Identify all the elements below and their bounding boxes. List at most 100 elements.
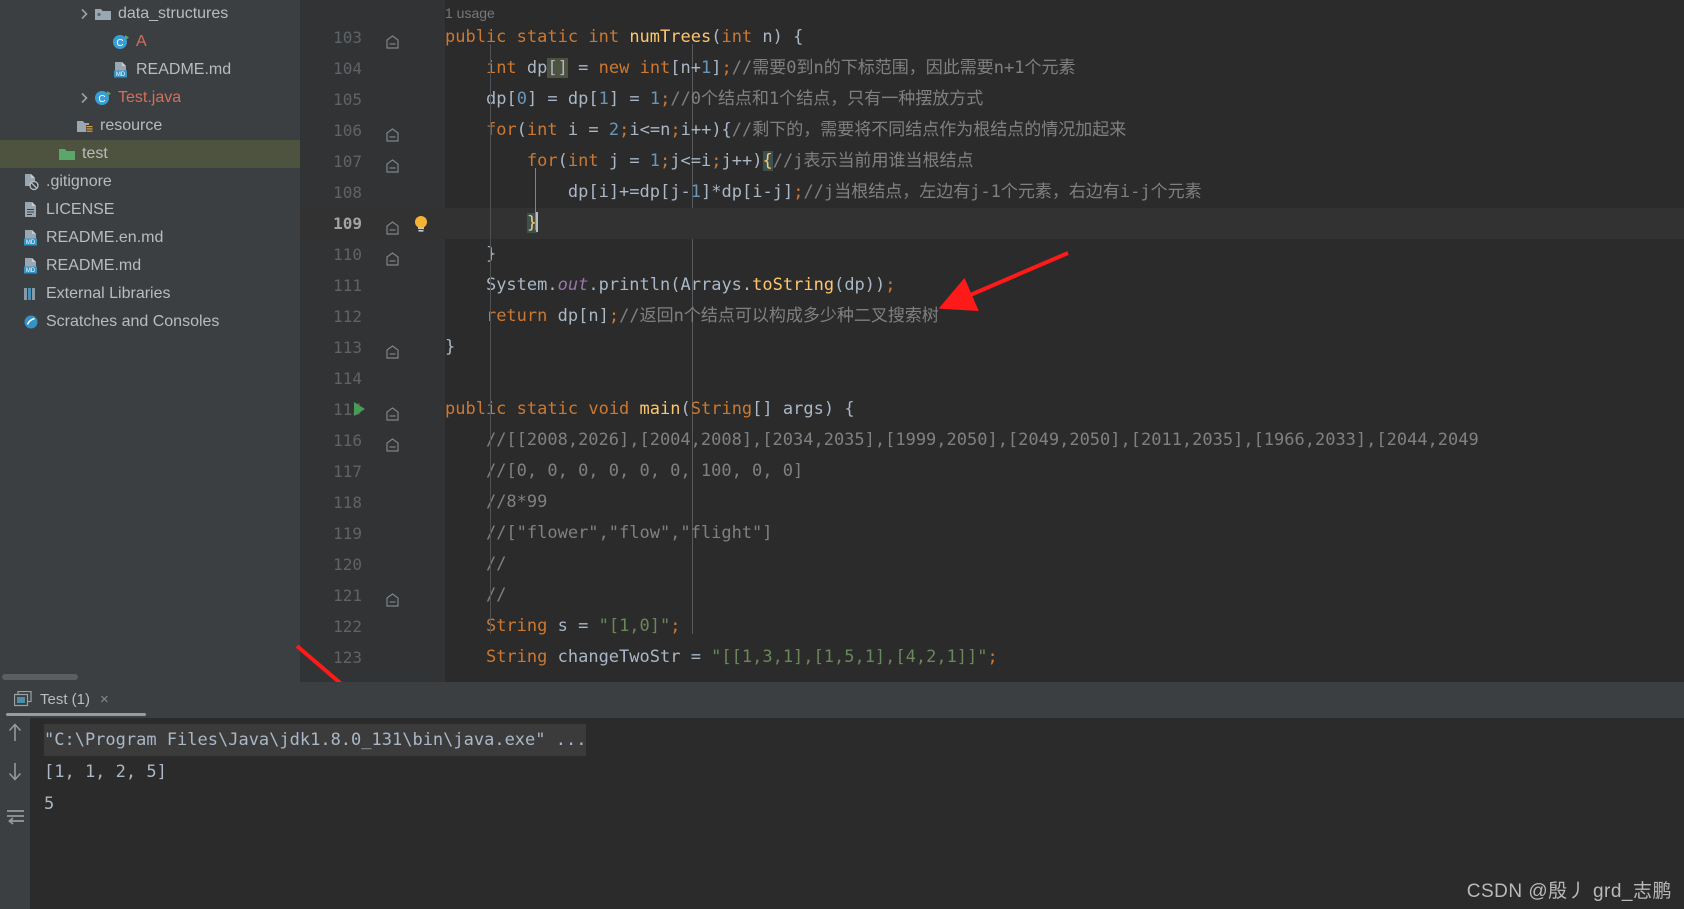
tree-item-test-java[interactable]: C Test.java	[0, 84, 300, 112]
editor-line[interactable]: 104 int dp[] = new int[n+1];//需要0到n的下标范围…	[300, 53, 1684, 84]
code-text: System.out.println(Arrays.toString(dp));	[485, 275, 896, 295]
line-number: 112	[333, 307, 362, 326]
fold-marker-icon[interactable]	[386, 123, 399, 142]
editor-line[interactable]: 123 String changeTwoStr = "[[1,3,1],[1,5…	[300, 642, 1684, 673]
scratches-icon	[22, 313, 40, 331]
code-text: }	[526, 212, 539, 233]
console-output-text: "C:\Program Files\Java\jdk1.8.0_131\bin\…	[44, 724, 587, 756]
chevron-right-icon[interactable]	[76, 6, 92, 22]
editor-line[interactable]: 113}	[300, 332, 1684, 363]
text-file-icon	[22, 201, 40, 219]
svg-text:C: C	[116, 38, 123, 49]
tree-item-readme-en-md[interactable]: MD README.en.md	[0, 224, 300, 252]
tree-arrow-spacer	[40, 146, 56, 162]
soft-wrap-icon[interactable]	[6, 808, 24, 826]
fold-marker-icon[interactable]	[386, 247, 399, 266]
editor-line[interactable]: 111 System.out.println(Arrays.toString(d…	[300, 270, 1684, 301]
tree-item-test[interactable]: test	[0, 140, 300, 168]
editor-line[interactable]: 117 //[0, 0, 0, 0, 0, 0, 100, 0, 0]	[300, 456, 1684, 487]
code-text: public static int numTrees(int n) {	[445, 27, 804, 47]
line-number: 116	[333, 431, 362, 450]
tree-item-gitignore[interactable]: .gitignore	[0, 168, 300, 196]
line-number: 109	[333, 214, 362, 233]
editor-line[interactable]: 116 //[[2008,2026],[2004,2008],[2034,203…	[300, 425, 1684, 456]
editor-lines[interactable]: 1 usage 103 public static int numTrees(int…	[300, 0, 1684, 682]
code-text: dp[0] = dp[1] = 1;//0个结点和1个结点，只有一种摆放方式	[485, 89, 984, 109]
tree-item-a[interactable]: CA	[0, 28, 300, 56]
editor-line[interactable]: 121 //	[300, 580, 1684, 611]
line-number: 122	[333, 617, 362, 636]
tree-item-data-structures[interactable]: data_structures	[0, 0, 300, 28]
sidebar-horizontal-scrollbar[interactable]	[2, 674, 78, 680]
line-number: 108	[333, 183, 362, 202]
editor-line[interactable]: 115 public static void main(String[] args…	[300, 394, 1684, 425]
tree-item-external-libraries[interactable]: External Libraries	[0, 280, 300, 308]
line-number: 119	[333, 524, 362, 543]
run-gutter-icon[interactable]	[354, 402, 365, 416]
editor-line[interactable]: 120 //	[300, 549, 1684, 580]
line-number: 105	[333, 90, 362, 109]
fold-marker-icon[interactable]	[386, 30, 399, 49]
tree-arrow-spacer	[94, 34, 110, 50]
editor-line[interactable]: 103 public static int numTrees(int n) {	[300, 22, 1684, 53]
editor-line[interactable]: 105 dp[0] = dp[1] = 1;//0个结点和1个结点，只有一种摆放…	[300, 84, 1684, 115]
fold-marker-icon[interactable]	[386, 216, 399, 235]
editor-line[interactable]: 110 }	[300, 239, 1684, 270]
fold-marker-icon[interactable]	[386, 402, 399, 421]
tree-arrow-spacer	[4, 174, 20, 190]
editor-line[interactable]: 109 }	[300, 208, 1684, 239]
markdown-icon: MD	[22, 229, 40, 247]
line-number: 117	[333, 462, 362, 481]
tree-item-scratches-and-consoles[interactable]: Scratches and Consoles	[0, 308, 300, 336]
fold-marker-icon[interactable]	[386, 340, 399, 359]
tree-arrow-spacer	[4, 202, 20, 218]
code-text: //	[485, 585, 507, 605]
fold-marker-icon[interactable]	[386, 433, 399, 452]
console-output-line: 5	[44, 788, 1684, 820]
code-text: //	[485, 554, 507, 574]
fold-marker-icon[interactable]	[386, 154, 399, 173]
code-text: return dp[n];//返回n个结点可以构成多少种二叉搜索树	[485, 306, 939, 326]
svg-text:MD: MD	[26, 240, 36, 246]
editor-line[interactable]: 106 for(int i = 2;i<=n;i++){//剩下的，需要将不同结…	[300, 115, 1684, 146]
tree-arrow-spacer	[4, 230, 20, 246]
editor-line[interactable]: 112 return dp[n];//返回n个结点可以构成多少种二叉搜索树	[300, 301, 1684, 332]
chevron-right-icon[interactable]	[76, 90, 92, 106]
project-tree-panel[interactable]: data_structures C A MD README.md C Test.java re…	[0, 0, 300, 682]
editor-line[interactable]: 107 for(int j = 1;j<=i;j++){//j表示当前用谁当根结…	[300, 146, 1684, 177]
console-toolbar[interactable]	[0, 716, 30, 909]
editor-line[interactable]: 108 dp[i]+=dp[j-1]*dp[i-j];//j当根结点，左边有j-…	[300, 177, 1684, 208]
tree-item-readme-md[interactable]: MD README.md	[0, 56, 300, 84]
console-output-text: 5	[44, 794, 55, 814]
tree-item-resource[interactable]: resource	[0, 112, 300, 140]
run-console-panel[interactable]: Test (1) × "C:\Program Files\Java\jdk1.8…	[0, 682, 1684, 909]
code-editor[interactable]: 1 usage 103 public static int numTrees(int…	[300, 0, 1684, 682]
console-output[interactable]: "C:\Program Files\Java\jdk1.8.0_131\bin\…	[30, 718, 1684, 909]
editor-line[interactable]: 122 String s = "[1,0]";	[300, 611, 1684, 642]
tree-item-label: .gitignore	[46, 173, 112, 190]
line-number: 110	[333, 245, 362, 264]
scroll-down-icon[interactable]	[6, 762, 24, 781]
scroll-up-icon[interactable]	[6, 722, 24, 741]
editor-line[interactable]: 114	[300, 363, 1684, 394]
console-tab-test[interactable]: Test (1) ×	[0, 682, 146, 716]
svg-text:MD: MD	[26, 268, 36, 274]
tree-item-label: README.en.md	[46, 229, 164, 246]
fold-marker-icon[interactable]	[386, 588, 399, 607]
intention-bulb-icon[interactable]	[412, 214, 430, 234]
line-number: 111	[333, 276, 362, 295]
java-class-icon: C	[94, 89, 112, 107]
tree-item-readme-md[interactable]: MD README.md	[0, 252, 300, 280]
tree-arrow-spacer	[58, 118, 74, 134]
run-window-icon	[13, 690, 32, 707]
tree-item-license[interactable]: LICENSE	[0, 196, 300, 224]
line-number: 107	[333, 152, 362, 171]
line-number: 113	[333, 338, 362, 357]
editor-line[interactable]: 118 //8*99	[300, 487, 1684, 518]
console-tab-bar[interactable]: Test (1) ×	[0, 682, 1684, 716]
line-number: 118	[333, 493, 362, 512]
close-icon[interactable]: ×	[100, 691, 109, 708]
editor-line[interactable]: 119 //["flower","flow","flight"]	[300, 518, 1684, 549]
code-text: String s = "[1,0]";	[485, 616, 681, 636]
svg-text:C: C	[98, 94, 105, 105]
